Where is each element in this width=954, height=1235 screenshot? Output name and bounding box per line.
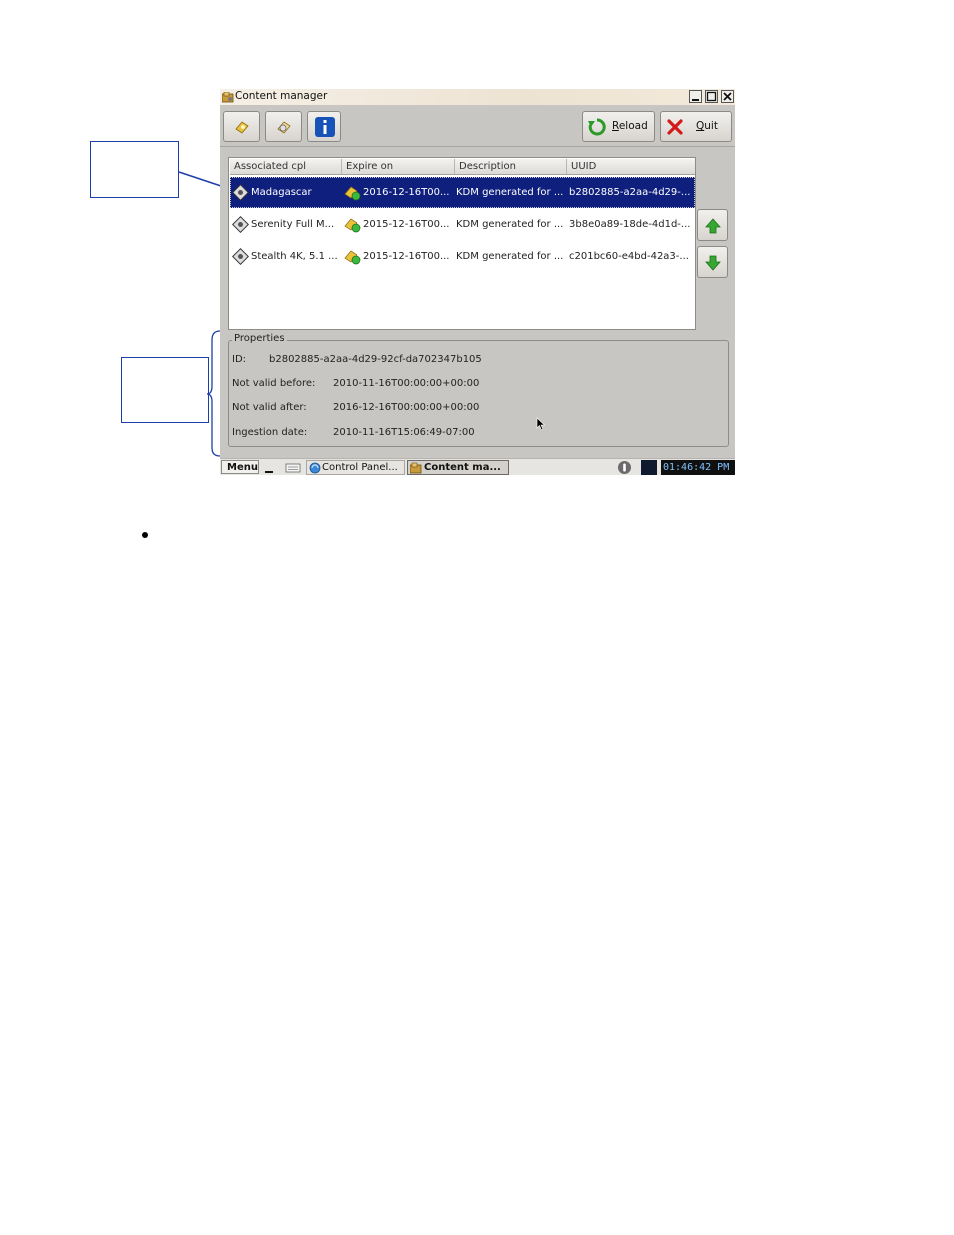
taskbar: Menu Control Panel... Content ma... 01:4… [220, 458, 735, 475]
toolbar-separator [220, 146, 735, 147]
content-manager-window: Content manager Reload Quit Associated c… [220, 89, 735, 458]
clock: 01:46:42 PM [661, 460, 735, 475]
info-icon [315, 117, 335, 137]
kdm-import-button[interactable] [223, 111, 260, 142]
table-row[interactable]: Serenity Full M... 2015-12-16T00... KDM … [230, 209, 695, 240]
keyboard-icon[interactable] [285, 461, 301, 474]
cpl-icon [232, 248, 249, 265]
arrow-down-icon [705, 255, 721, 271]
property-id-value: b2802885-a2aa-4d29-92cf-da702347b105 [269, 354, 482, 365]
cell-uuid: b2802885-a2aa-4d29-... [569, 187, 691, 198]
minimize-button[interactable] [689, 90, 702, 103]
minimize-icon [692, 99, 699, 101]
property-ingestion-date-value: 2010-11-16T15:06:49-07:00 [333, 427, 475, 438]
cell-associated-cpl: Madagascar [251, 187, 312, 198]
column-header-uuid[interactable]: UUID [567, 159, 695, 174]
cell-associated-cpl: Stealth 4K, 5.1 ... [251, 251, 338, 262]
cell-expire-on: 2016-12-16T00... [363, 187, 450, 198]
move-up-button[interactable] [697, 209, 728, 241]
maximize-icon [706, 91, 717, 102]
control-panel-icon [309, 462, 321, 474]
table-row[interactable]: Madagascar 2016-12-16T00... KDM generate… [230, 177, 695, 208]
title-bar[interactable]: Content manager [220, 89, 735, 105]
cpl-icon [232, 184, 249, 201]
content-manager-icon [410, 462, 422, 474]
mouse-cursor-icon [536, 417, 546, 431]
cell-description: KDM generated for ... [456, 219, 564, 230]
table-header: Associated cpl Expire on Description UUI… [230, 159, 695, 175]
taskbar-item-label: Control Panel... [322, 462, 398, 473]
info-button[interactable] [307, 111, 341, 142]
reload-button[interactable]: Reload [582, 111, 655, 142]
cell-expire-on: 2015-12-16T00... [363, 251, 450, 262]
kdm-valid-icon [344, 250, 361, 265]
key-delete-icon [277, 121, 291, 134]
table-row[interactable]: Stealth 4K, 5.1 ... 2015-12-16T00... KDM… [230, 241, 695, 272]
kdm-delete-button[interactable] [265, 111, 302, 142]
quit-icon [667, 119, 683, 135]
taskbar-item-control-panel[interactable]: Control Panel... [306, 460, 405, 475]
kdm-valid-icon [344, 218, 361, 233]
property-not-valid-after-value: 2016-12-16T00:00:00+00:00 [333, 402, 480, 413]
cpl-icon [232, 216, 249, 233]
properties-brace [206, 330, 221, 457]
status-tray-icon[interactable] [617, 460, 632, 475]
reload-label: Reload [612, 120, 648, 132]
show-desktop-icon[interactable] [262, 461, 276, 474]
bullet-point [142, 532, 148, 538]
cell-description: KDM generated for ... [456, 187, 564, 198]
content-manager-icon [222, 92, 234, 103]
reload-icon [588, 118, 606, 136]
close-icon [723, 92, 732, 101]
property-id-label: ID: [232, 354, 247, 365]
arrow-up-icon [705, 218, 721, 234]
cell-description: KDM generated for ... [456, 251, 564, 262]
property-not-valid-after-label: Not valid after: [232, 402, 307, 413]
key-import-icon [235, 121, 249, 134]
tray-indicator[interactable] [641, 460, 657, 475]
quit-label: Quit [696, 120, 718, 132]
cell-expire-on: 2015-12-16T00... [363, 219, 450, 230]
properties-legend: Properties [232, 333, 287, 344]
cell-associated-cpl: Serenity Full M... [251, 219, 335, 230]
property-not-valid-before-value: 2010-11-16T00:00:00+00:00 [333, 378, 480, 389]
window-title: Content manager [235, 90, 328, 102]
cell-uuid: c201bc60-e4bd-42a3-... [569, 251, 689, 262]
quit-button[interactable]: Quit [660, 111, 732, 142]
cell-uuid: 3b8e0a89-18de-4d1d-... [569, 219, 691, 230]
move-down-button[interactable] [697, 246, 728, 278]
column-header-expire-on[interactable]: Expire on [342, 159, 455, 174]
kdm-table[interactable]: Associated cpl Expire on Description UUI… [228, 157, 696, 330]
property-ingestion-date-label: Ingestion date: [232, 427, 308, 438]
maximize-button[interactable] [705, 90, 718, 103]
taskbar-item-content-manager[interactable]: Content ma... [407, 460, 509, 475]
taskbar-item-label: Content ma... [424, 462, 501, 473]
menu-button[interactable]: Menu [221, 460, 259, 474]
kdm-valid-icon [344, 186, 361, 201]
column-header-associated-cpl[interactable]: Associated cpl [230, 159, 342, 174]
column-header-description[interactable]: Description [455, 159, 567, 174]
property-not-valid-before-label: Not valid before: [232, 378, 316, 389]
close-button[interactable] [721, 90, 734, 103]
